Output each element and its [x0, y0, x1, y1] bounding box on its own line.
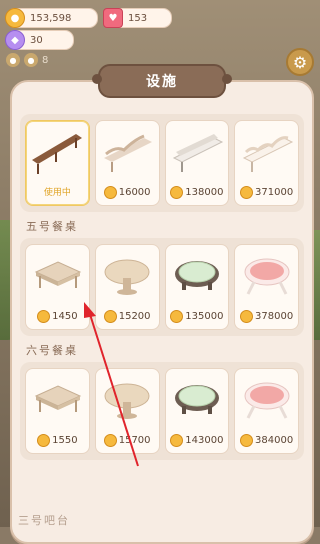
coin-icon — [37, 434, 51, 447]
facility-row: 1550 15700 143000 384000 — [20, 362, 304, 460]
item-price: 371000 — [255, 187, 294, 198]
coin-icon — [170, 434, 184, 447]
facility-panel: 使用中 16000 138000 371000 五号餐桌 1450 15200 … — [10, 80, 314, 544]
coin-counter: ● 153,598 — [5, 8, 98, 28]
item-price: 16000 — [118, 187, 151, 198]
item-price: 15700 — [118, 435, 151, 446]
section-label-table-5: 五号餐桌 — [26, 220, 78, 233]
facility-row: 1450 15200 135000 378000 — [20, 238, 304, 336]
heart-counter: ♥ 153 — [103, 8, 172, 28]
coin-icon — [240, 186, 254, 199]
in-use-status: 使用中 — [43, 188, 71, 198]
item-price: 143000 — [185, 435, 224, 446]
item-price: 1550 — [52, 435, 78, 446]
panel-title: 设施 — [92, 64, 232, 98]
next-section-text: 三号吧台 — [18, 514, 70, 527]
facility-item[interactable]: 384000 — [234, 368, 299, 454]
facility-item[interactable]: 使用中 — [25, 120, 90, 206]
section-label-table-6: 六号餐桌 — [26, 344, 78, 357]
coin-icon — [37, 310, 51, 323]
heart-icon: ♥ — [103, 8, 123, 28]
item-price: 15200 — [118, 311, 151, 322]
coin-icon — [240, 434, 254, 447]
round-table-icon — [104, 259, 150, 295]
coin-count: 153,598 — [30, 12, 72, 24]
secondary-count: 8 — [42, 54, 49, 66]
coin-icon — [240, 310, 254, 323]
mat-table-icon — [174, 261, 219, 290]
pink-table-icon — [244, 258, 290, 295]
carved-bench-icon — [104, 134, 153, 172]
pink-table-icon — [244, 382, 290, 419]
coin-icon: ● — [5, 8, 25, 28]
item-price: 378000 — [255, 311, 294, 322]
coin-icon — [170, 310, 184, 323]
facility-list[interactable]: 使用中 16000 138000 371000 五号餐桌 1450 15200 … — [12, 110, 312, 542]
mat-table-icon — [174, 385, 219, 414]
facility-row: 使用中 16000 138000 371000 — [20, 114, 304, 212]
facility-item[interactable]: 371000 — [234, 120, 299, 206]
facility-item[interactable]: 378000 — [234, 244, 299, 330]
facility-item[interactable]: 135000 — [164, 244, 230, 330]
facility-item[interactable]: 15200 — [94, 244, 160, 330]
gem-count: 30 — [30, 34, 43, 46]
wooden-bench-icon — [32, 134, 83, 174]
white-bench-icon — [172, 134, 223, 172]
lace-bench-icon — [242, 136, 293, 172]
coin-icon — [103, 434, 117, 447]
square-table-icon — [35, 261, 82, 288]
coin-icon — [170, 186, 184, 199]
facility-item[interactable]: 138000 — [164, 120, 230, 206]
round-table-icon — [104, 383, 150, 419]
bubble-icon: ● — [24, 53, 38, 67]
square-table-icon — [35, 385, 82, 412]
item-price: 135000 — [185, 311, 224, 322]
coin-icon — [103, 310, 117, 323]
facility-item[interactable]: 1550 — [25, 368, 90, 454]
next-section-label: 三号吧台 — [18, 512, 70, 528]
facility-item[interactable]: 16000 — [94, 120, 160, 206]
item-price: 138000 — [185, 187, 224, 198]
settings-gear-icon[interactable]: ⚙ — [286, 48, 314, 76]
facility-item[interactable]: 143000 — [164, 368, 230, 454]
item-price: 384000 — [255, 435, 294, 446]
secondary-status-row: ● ● 8 — [6, 53, 48, 67]
gem-icon: ◆ — [5, 30, 25, 50]
facility-item[interactable]: 15700 — [94, 368, 160, 454]
gem-counter: ◆ 30 — [5, 30, 74, 50]
cat-icon: ● — [6, 53, 20, 67]
heart-count: 153 — [128, 12, 148, 24]
facility-item[interactable]: 1450 — [25, 244, 90, 330]
item-price: 1450 — [52, 311, 78, 322]
coin-icon — [103, 186, 117, 199]
